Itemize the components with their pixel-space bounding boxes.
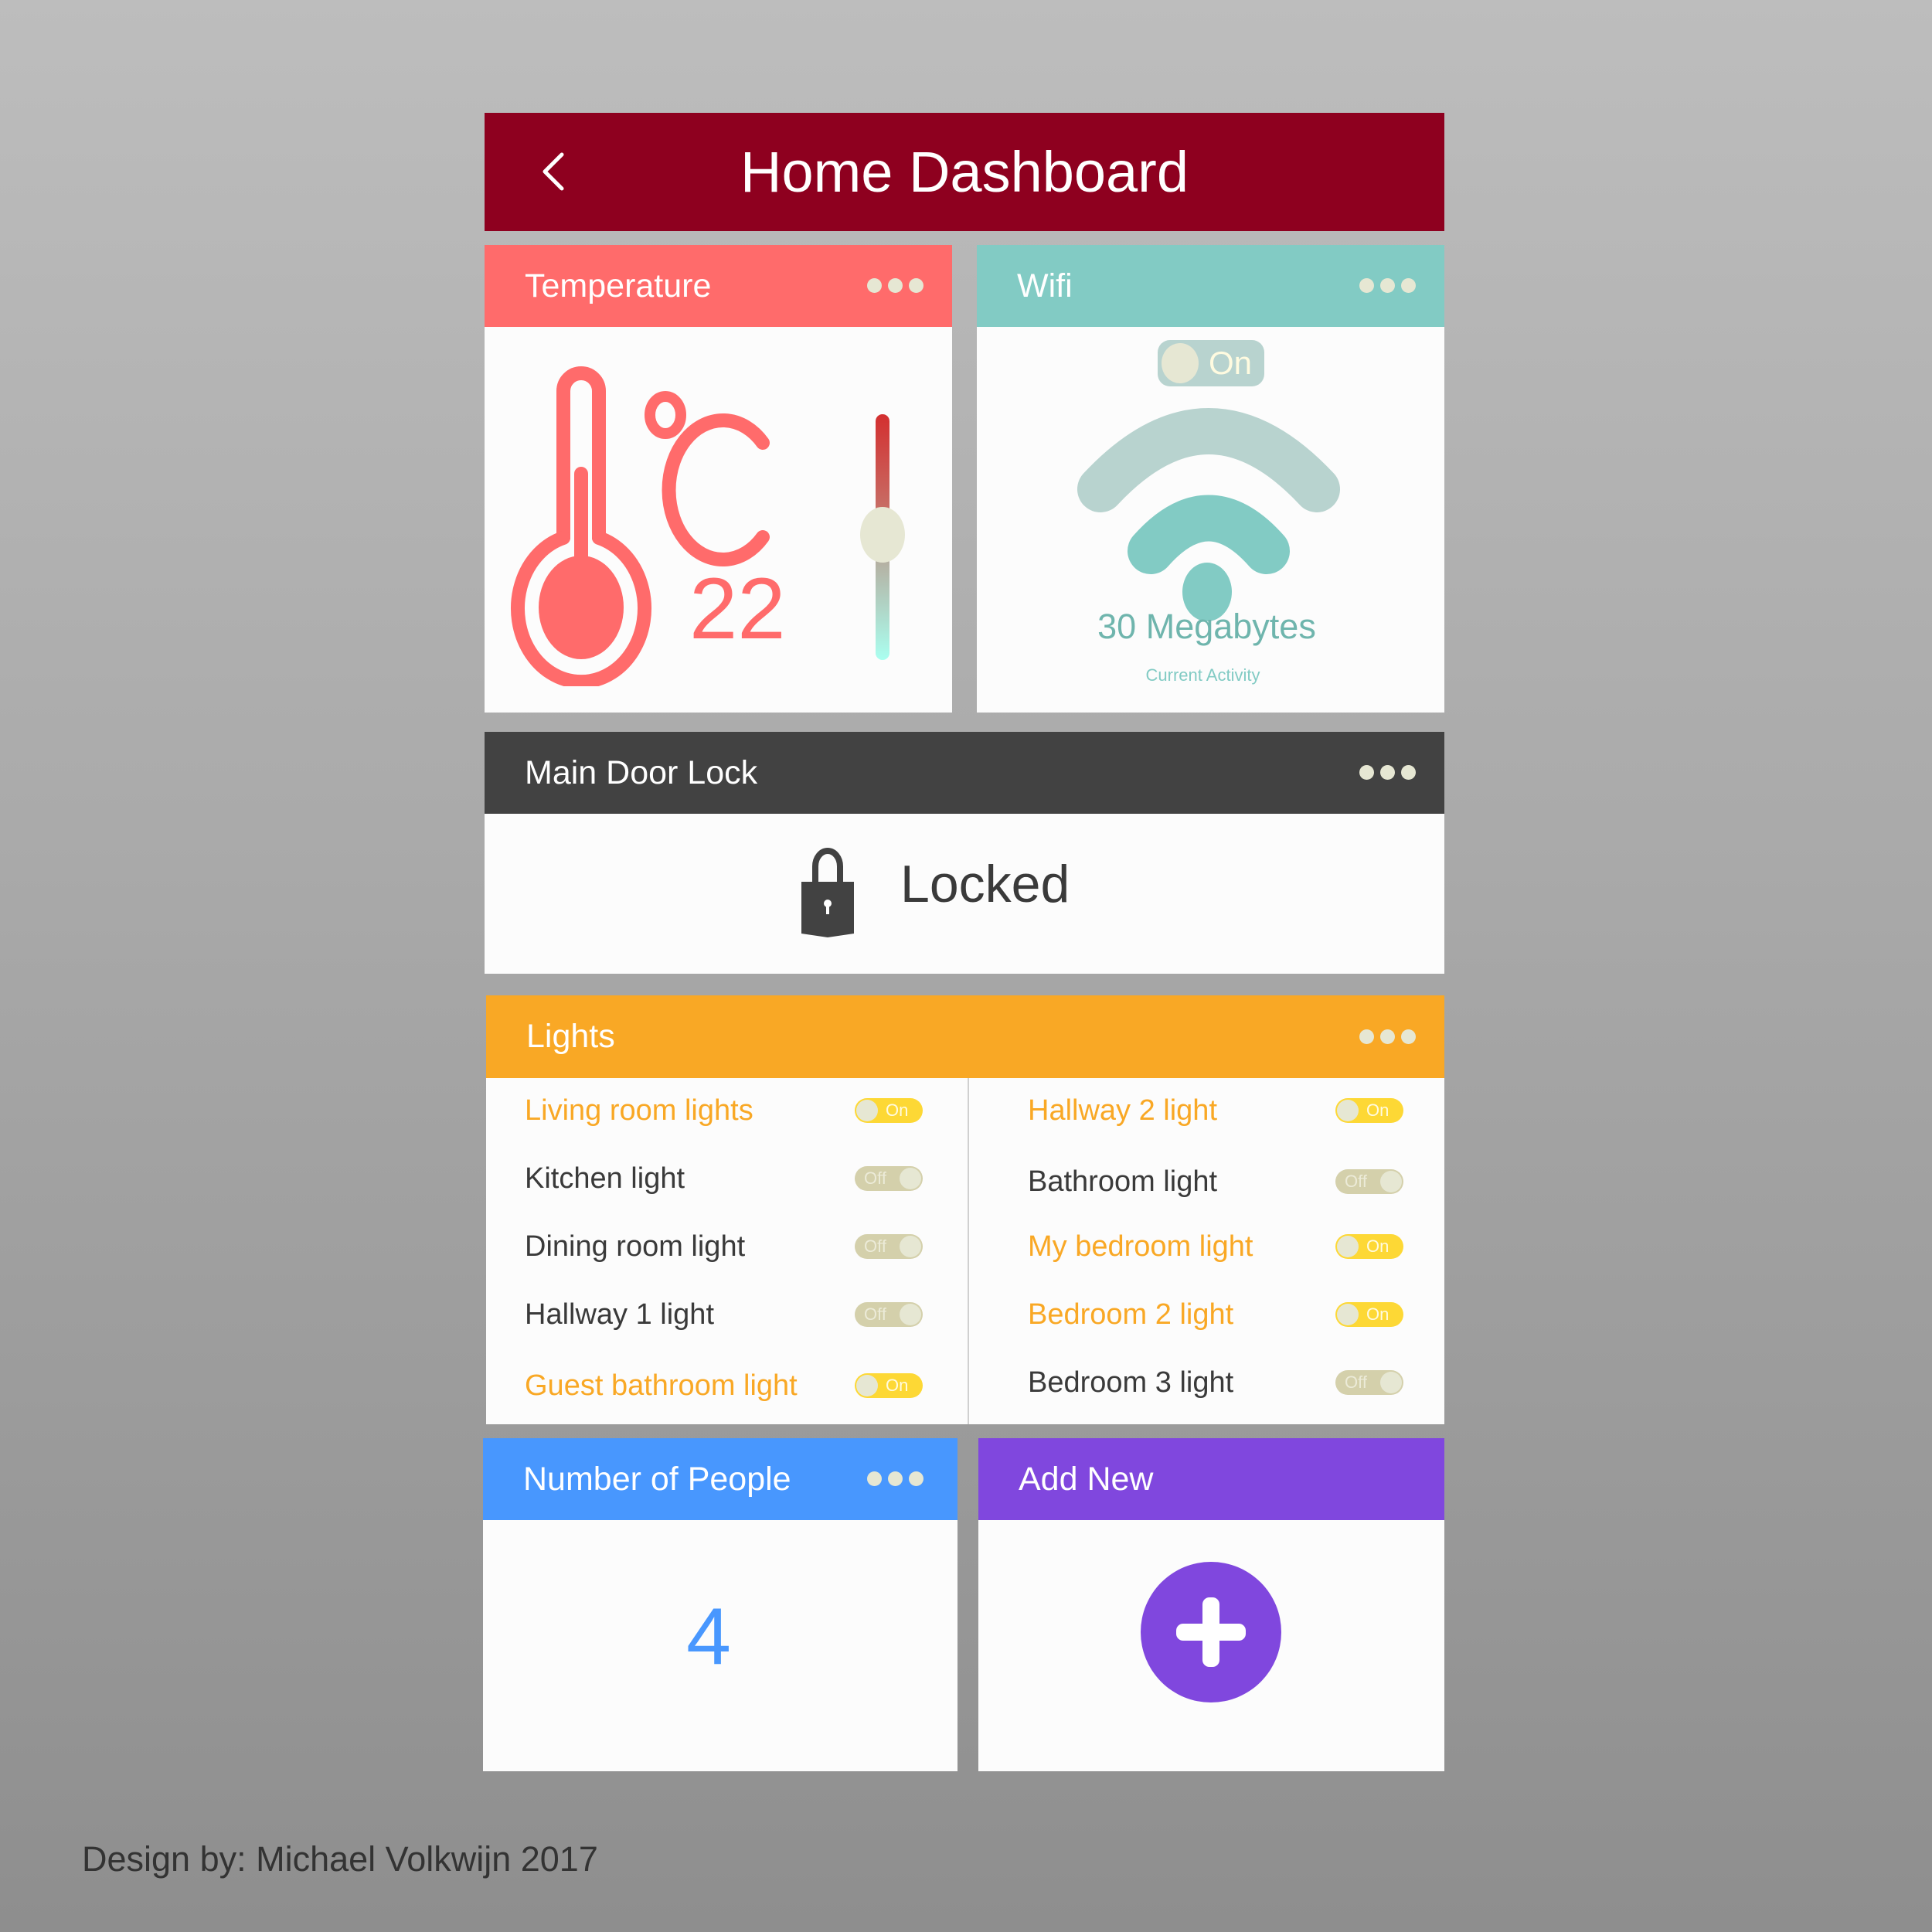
toggle-knob [900,1236,921,1257]
celsius-unit-icon [645,391,770,566]
lights-card-title: Lights [526,1018,615,1055]
light-name: Dining room light [525,1230,746,1263]
toggle-label: Off [864,1168,886,1188]
light-toggle[interactable]: On [855,1098,923,1123]
light-row: Guest bathroom light [525,1362,798,1409]
wifi-card-title: Wifi [1017,267,1073,304]
light-name: Bedroom 3 light [1028,1366,1234,1399]
toggle-knob [1380,1171,1402,1192]
light-toggle[interactable]: On [1335,1098,1403,1123]
add-new-card-title: Add New [1019,1460,1154,1498]
light-row: Bedroom 3 light [1028,1359,1233,1406]
light-row: Bedroom 2 light [1028,1291,1233,1338]
light-name: Bedroom 2 light [1028,1298,1234,1331]
toggle-knob [1337,1236,1359,1257]
toggle-label: Off [1345,1172,1367,1191]
toggle-knob [1380,1372,1402,1393]
temperature-slider-thumb[interactable] [860,507,905,563]
design-credit: Design by: Michael Volkwijn 2017 [82,1839,598,1879]
more-dots-icon[interactable] [1359,278,1416,293]
wifi-toggle-label: On [1209,345,1253,381]
more-dots-icon[interactable] [867,278,923,293]
people-card-title: Number of People [523,1460,791,1498]
toggle-label: Off [1345,1372,1367,1392]
lights-card-body: Living room lights On Kitchen light Off Dini… [486,1078,1444,1424]
light-toggle[interactable]: Off [1335,1169,1403,1194]
toggle-label: On [886,1100,909,1120]
temperature-card-title: Temperature [525,267,712,304]
wifi-toggle[interactable]: On [1158,340,1264,386]
people-card-body: 4 [483,1520,957,1771]
door-lock-card-body: Locked [485,814,1444,974]
wifi-icon [1077,408,1340,621]
light-name: Bathroom light [1028,1165,1218,1198]
temperature-card-header: Temperature [485,245,952,327]
app-header: Home Dashboard [485,113,1444,231]
people-count: 4 [686,1592,731,1682]
light-row: Bathroom light [1028,1158,1217,1205]
light-row: Dining room light [525,1223,745,1270]
light-name: My bedroom light [1028,1230,1253,1263]
more-dots-icon[interactable] [867,1471,923,1486]
toggle-label: Off [864,1304,886,1324]
toggle-label: On [886,1376,909,1395]
temperature-card-body: 22 [485,327,952,713]
more-dots-icon[interactable] [1359,765,1416,780]
toggle-knob [900,1168,921,1189]
toggle-label: On [1366,1100,1389,1120]
light-row: Hallway 1 light [525,1291,714,1338]
add-new-card-header: Add New [978,1438,1444,1520]
wifi-card-header: Wifi [977,245,1444,327]
light-toggle[interactable]: On [1335,1234,1403,1259]
toggle-knob [856,1100,878,1121]
light-row: Kitchen light [525,1155,685,1202]
light-toggle[interactable]: Off [855,1302,923,1327]
wifi-card-body: On 30 Megabytes Current Activity [977,327,1444,713]
thermometer-icon [511,366,651,686]
light-toggle[interactable]: Off [855,1166,923,1191]
people-card-header: Number of People [483,1438,957,1520]
light-toggle[interactable]: On [855,1373,923,1398]
temperature-value: 22 [689,560,786,657]
toggle-label: On [1366,1236,1389,1256]
toggle-knob [900,1304,921,1325]
toggle-knob [1162,343,1199,383]
door-lock-status: Locked [900,855,1070,913]
light-row: My bedroom light [1028,1223,1253,1270]
page-title: Home Dashboard [740,140,1189,204]
lock-icon [801,848,854,937]
toggle-label: Off [864,1236,886,1256]
toggle-knob [856,1375,878,1396]
toggle-knob [1337,1304,1359,1325]
light-name: Hallway 1 light [525,1298,714,1331]
light-row: Hallway 2 light [1028,1087,1217,1134]
light-name: Living room lights [525,1094,753,1127]
toggle-label: On [1366,1304,1389,1324]
wifi-speed: 30 Megabytes [1097,607,1316,646]
more-dots-icon[interactable] [1359,1029,1416,1044]
add-new-button[interactable] [1141,1562,1281,1702]
add-new-card-body [978,1520,1444,1771]
wifi-caption: Current Activity [1145,665,1260,685]
lights-card-header: Lights [486,995,1444,1078]
light-row: Living room lights [525,1087,753,1134]
column-divider [968,1078,969,1424]
light-toggle[interactable]: Off [855,1234,923,1259]
light-name: Hallway 2 light [1028,1094,1217,1127]
toggle-knob [1337,1100,1359,1121]
light-name: Kitchen light [525,1162,685,1195]
light-toggle[interactable]: On [1335,1302,1403,1327]
light-toggle[interactable]: Off [1335,1370,1403,1395]
door-lock-card-header: Main Door Lock [485,732,1444,814]
door-lock-card-title: Main Door Lock [525,753,758,791]
light-name: Guest bathroom light [525,1369,798,1402]
